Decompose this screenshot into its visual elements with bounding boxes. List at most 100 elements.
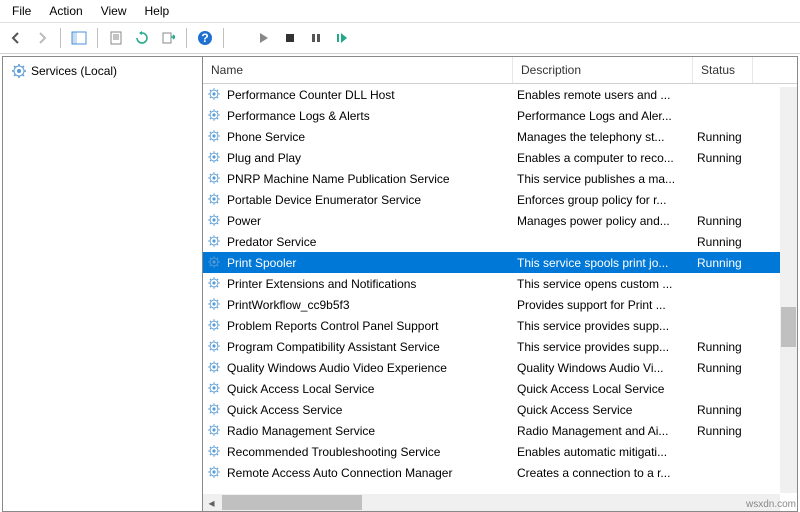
restart-service-button[interactable] bbox=[330, 26, 354, 50]
service-icon bbox=[207, 108, 221, 122]
column-header-status[interactable]: Status bbox=[693, 57, 753, 83]
service-status: Running bbox=[693, 214, 753, 228]
column-header-description[interactable]: Description bbox=[513, 57, 693, 83]
service-description: This service opens custom ... bbox=[513, 277, 693, 291]
tree-item-services-local[interactable]: Services (Local) bbox=[3, 61, 202, 81]
service-name: Phone Service bbox=[227, 130, 305, 144]
column-headers: Name Description Status bbox=[203, 57, 797, 84]
service-description: Manages the telephony st... bbox=[513, 130, 693, 144]
watermark: wsxdn.com bbox=[746, 499, 796, 510]
service-name: Program Compatibility Assistant Service bbox=[227, 340, 440, 354]
service-row[interactable]: Performance Counter DLL Host Enables remo… bbox=[203, 84, 797, 105]
tree-item-label: Services (Local) bbox=[31, 64, 117, 78]
service-row[interactable]: Quick Access Local Service Quick Access L… bbox=[203, 378, 797, 399]
service-name: Quick Access Service bbox=[227, 403, 342, 417]
service-description: Radio Management and Ai... bbox=[513, 424, 693, 438]
stop-service-button[interactable] bbox=[278, 26, 302, 50]
service-icon bbox=[207, 129, 221, 143]
service-icon bbox=[207, 234, 221, 248]
service-status: Running bbox=[693, 361, 753, 375]
service-description: Quality Windows Audio Vi... bbox=[513, 361, 693, 375]
service-status: Running bbox=[693, 151, 753, 165]
service-row[interactable]: Power Manages power policy and...Running bbox=[203, 210, 797, 231]
service-row[interactable]: Program Compatibility Assistant ServiceT… bbox=[203, 336, 797, 357]
service-icon bbox=[207, 381, 221, 395]
service-row[interactable]: Remote Access Auto Connection ManagerCre… bbox=[203, 462, 797, 483]
service-name: Plug and Play bbox=[227, 151, 301, 165]
menu-help[interactable]: Help bbox=[137, 2, 178, 20]
service-status: Running bbox=[693, 235, 753, 249]
scrollbar-thumb[interactable] bbox=[222, 495, 362, 510]
service-name: Quality Windows Audio Video Experience bbox=[227, 361, 447, 375]
service-row[interactable]: Portable Device Enumerator ServiceEnforc… bbox=[203, 189, 797, 210]
service-icon bbox=[207, 276, 221, 290]
service-name: PrintWorkflow_cc9b5f3 bbox=[227, 298, 350, 312]
service-description: Enables automatic mitigati... bbox=[513, 445, 693, 459]
service-row[interactable]: Print SpoolerThis service spools print j… bbox=[203, 252, 797, 273]
service-description: Creates a connection to a r... bbox=[513, 466, 693, 480]
menu-view[interactable]: View bbox=[93, 2, 135, 20]
properties-button[interactable] bbox=[104, 26, 128, 50]
service-status: Running bbox=[693, 340, 753, 354]
service-icon bbox=[207, 444, 221, 458]
service-name: Performance Counter DLL Host bbox=[227, 88, 395, 102]
service-name: Predator Service bbox=[227, 235, 316, 249]
service-icon bbox=[207, 423, 221, 437]
scrollbar-thumb[interactable] bbox=[781, 307, 796, 347]
services-icon bbox=[11, 63, 27, 79]
forward-button[interactable] bbox=[30, 26, 54, 50]
service-row[interactable]: Performance Logs & Alerts Performance Log… bbox=[203, 105, 797, 126]
service-description: This service publishes a ma... bbox=[513, 172, 693, 186]
service-row[interactable]: Printer Extensions and Notifications This… bbox=[203, 273, 797, 294]
help-button[interactable]: ? bbox=[193, 26, 217, 50]
service-row[interactable]: PrintWorkflow_cc9b5f3Provides support fo… bbox=[203, 294, 797, 315]
toolbar-separator bbox=[186, 28, 187, 48]
service-name: Radio Management Service bbox=[227, 424, 375, 438]
service-icon bbox=[207, 150, 221, 164]
service-icon bbox=[207, 297, 221, 311]
service-row[interactable]: Plug and PlayEnables a computer to reco.… bbox=[203, 147, 797, 168]
service-name: Performance Logs & Alerts bbox=[227, 109, 370, 123]
vertical-scrollbar[interactable] bbox=[780, 87, 797, 493]
back-button[interactable] bbox=[4, 26, 28, 50]
service-row[interactable]: Quality Windows Audio Video Experience Qu… bbox=[203, 357, 797, 378]
menu-action[interactable]: Action bbox=[41, 2, 90, 20]
service-description: Enables remote users and ... bbox=[513, 88, 693, 102]
service-row[interactable]: Predator Service Running bbox=[203, 231, 797, 252]
service-description: This service provides supp... bbox=[513, 319, 693, 333]
service-status: Running bbox=[693, 403, 753, 417]
service-description: Performance Logs and Aler... bbox=[513, 109, 693, 123]
service-name: PNRP Machine Name Publication Service bbox=[227, 172, 450, 186]
service-row[interactable]: Quick Access ServiceQuick Access Service… bbox=[203, 399, 797, 420]
main-pane: Services (Local) Name Description Status… bbox=[2, 56, 798, 512]
menubar: File Action View Help bbox=[0, 0, 800, 23]
service-row[interactable]: PNRP Machine Name Publication Service Thi… bbox=[203, 168, 797, 189]
service-icon bbox=[207, 360, 221, 374]
service-name: Printer Extensions and Notifications bbox=[227, 277, 416, 291]
details-pane: Name Description Status Performance Coun… bbox=[203, 57, 797, 511]
scroll-left-icon[interactable]: ◂ bbox=[203, 494, 220, 511]
pause-service-button[interactable] bbox=[304, 26, 328, 50]
service-description: Manages power policy and... bbox=[513, 214, 693, 228]
show-hide-console-tree-button[interactable] bbox=[67, 26, 91, 50]
service-icon bbox=[207, 87, 221, 101]
refresh-button[interactable] bbox=[130, 26, 154, 50]
export-list-button[interactable] bbox=[156, 26, 180, 50]
service-row[interactable]: Radio Management Service Radio Management… bbox=[203, 420, 797, 441]
service-name: Power bbox=[227, 214, 261, 228]
toolbar-separator bbox=[223, 28, 224, 48]
service-status: Running bbox=[693, 256, 753, 270]
service-icon bbox=[207, 465, 221, 479]
service-name: Quick Access Local Service bbox=[227, 382, 374, 396]
service-description: Quick Access Local Service bbox=[513, 382, 693, 396]
service-row[interactable]: Recommended Troubleshooting ServiceEnabl… bbox=[203, 441, 797, 462]
column-header-name[interactable]: Name bbox=[203, 57, 513, 83]
horizontal-scrollbar[interactable]: ◂ bbox=[203, 494, 780, 511]
menu-file[interactable]: File bbox=[4, 2, 39, 20]
start-service-button[interactable] bbox=[252, 26, 276, 50]
service-description: Enforces group policy for r... bbox=[513, 193, 693, 207]
toolbar: ? bbox=[0, 23, 800, 54]
service-row[interactable]: Phone Service Manages the telephony st...… bbox=[203, 126, 797, 147]
toolbar-separator bbox=[97, 28, 98, 48]
service-row[interactable]: Problem Reports Control Panel SupportThi… bbox=[203, 315, 797, 336]
